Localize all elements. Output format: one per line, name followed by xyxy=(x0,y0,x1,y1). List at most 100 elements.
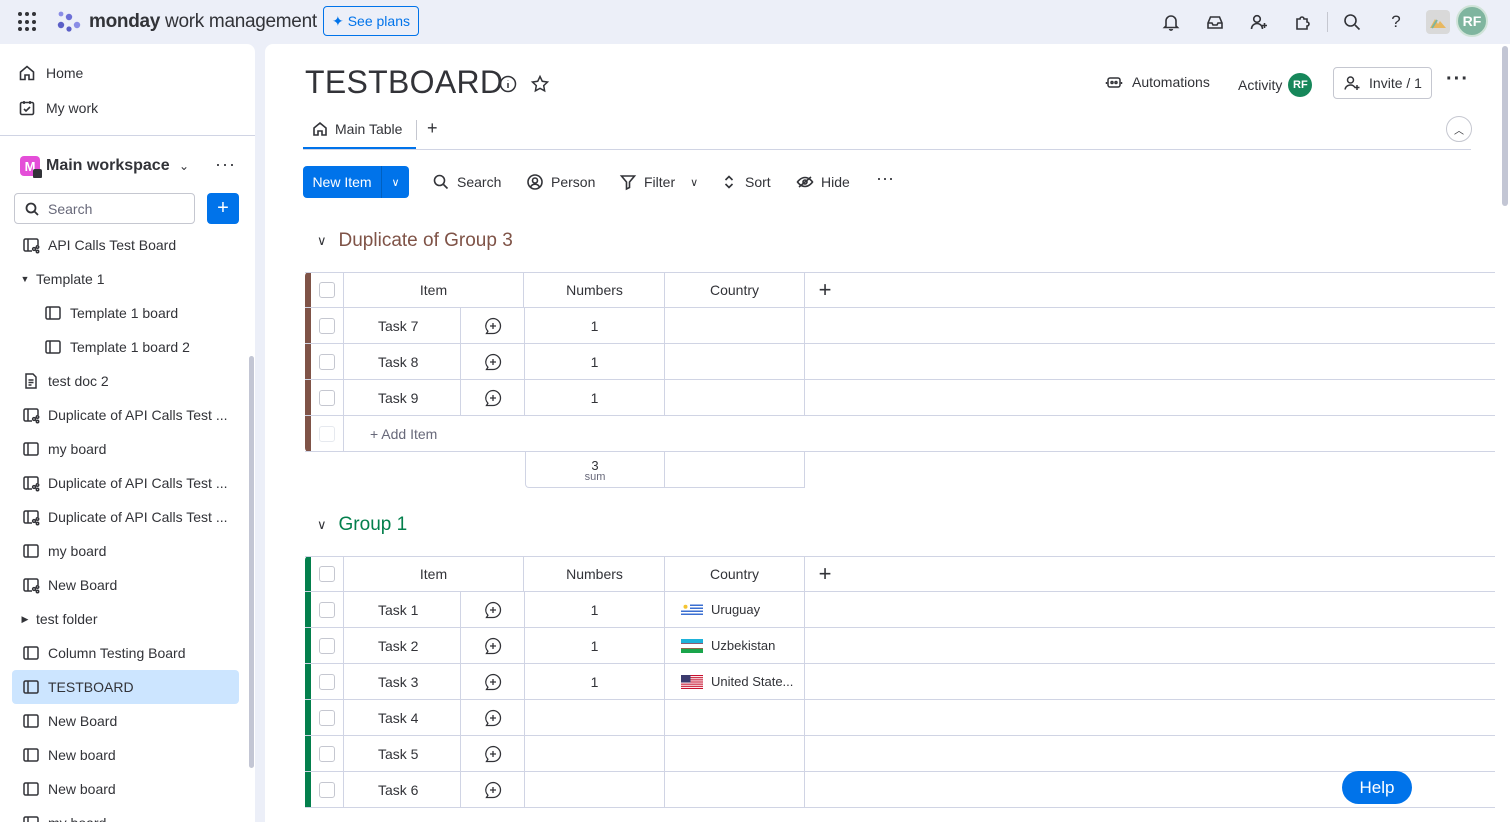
star-icon[interactable] xyxy=(530,74,550,94)
row-checkbox[interactable] xyxy=(319,781,335,798)
country-cell[interactable] xyxy=(665,736,805,771)
numbers-summary[interactable]: 3 sum xyxy=(525,452,665,488)
row-select-cell[interactable] xyxy=(311,700,344,735)
row-checkbox[interactable] xyxy=(319,353,335,370)
row-checkbox[interactable] xyxy=(319,389,335,406)
item-name-cell[interactable]: Task 7 xyxy=(344,308,460,343)
add-update-icon[interactable] xyxy=(460,380,525,415)
table-row[interactable]: Task 7 1 xyxy=(305,308,1495,344)
sidebar-item[interactable]: Duplicate of API Calls Test ... xyxy=(12,500,239,534)
item-name-cell[interactable]: Task 3 xyxy=(344,664,460,699)
sidebar-item[interactable]: Template 1 board 2 xyxy=(12,330,239,364)
numbers-cell[interactable] xyxy=(525,772,665,807)
add-update-icon[interactable] xyxy=(460,344,525,379)
group-title[interactable]: Duplicate of Group 3 xyxy=(339,230,513,252)
account-logo-icon[interactable] xyxy=(1426,10,1450,34)
sidebar-item[interactable]: API Calls Test Board xyxy=(12,228,239,262)
user-avatar[interactable]: RF xyxy=(1456,5,1488,37)
country-cell[interactable]: Uzbekistan xyxy=(665,628,805,663)
row-checkbox[interactable] xyxy=(319,601,335,618)
help-button[interactable]: Help xyxy=(1342,771,1412,804)
sidebar-item[interactable]: Duplicate of API Calls Test ... xyxy=(12,466,239,500)
sidebar-item[interactable]: New Board xyxy=(12,704,239,738)
info-icon[interactable] xyxy=(498,74,518,94)
chevron-down-icon[interactable]: ∨ xyxy=(317,233,327,249)
caret-right-icon[interactable]: ▶ xyxy=(20,614,30,625)
numbers-cell[interactable]: 1 xyxy=(525,592,665,627)
table-row[interactable]: Task 6 xyxy=(305,772,1495,808)
workspace-name[interactable]: Main workspace xyxy=(46,157,170,175)
numbers-cell[interactable]: 1 xyxy=(525,308,665,343)
sort-button[interactable]: Sort xyxy=(720,173,771,191)
country-cell[interactable] xyxy=(665,344,805,379)
add-update-icon[interactable] xyxy=(460,628,525,663)
row-checkbox[interactable] xyxy=(319,709,335,726)
table-row[interactable]: Task 3 1 United State... xyxy=(305,664,1495,700)
sidebar-item[interactable]: Column Testing Board xyxy=(12,636,239,670)
toolbar-more-icon[interactable]: ··· xyxy=(876,168,894,189)
filter-button[interactable]: Filter ∨ xyxy=(619,173,698,191)
bell-icon[interactable] xyxy=(1159,10,1183,34)
chevron-down-icon[interactable]: ∨ xyxy=(690,176,698,189)
apps-puzzle-icon[interactable] xyxy=(1291,10,1315,34)
row-select-cell[interactable] xyxy=(311,344,344,379)
column-header-numbers[interactable]: Numbers xyxy=(525,273,665,307)
add-column-icon[interactable]: + xyxy=(805,273,845,307)
row-select-cell[interactable] xyxy=(311,592,344,627)
numbers-cell[interactable] xyxy=(525,736,665,771)
sidebar-item[interactable]: New board xyxy=(12,772,239,806)
sidebar-item[interactable]: Duplicate of API Calls Test ... xyxy=(12,398,239,432)
sidebar-search-input[interactable]: Search xyxy=(14,193,195,224)
nav-home[interactable]: Home xyxy=(18,64,83,82)
select-all-checkbox[interactable] xyxy=(319,282,335,298)
new-item-button[interactable]: New Item ∨ xyxy=(303,166,409,198)
search-button[interactable]: Search xyxy=(432,173,501,191)
country-cell[interactable] xyxy=(665,380,805,415)
sidebar-scrollbar[interactable] xyxy=(249,356,254,768)
select-all-checkbox[interactable] xyxy=(319,566,335,582)
automations-button[interactable]: Automations xyxy=(1105,73,1210,91)
chevron-down-icon[interactable]: ∨ xyxy=(317,517,327,533)
item-name-cell[interactable]: Task 5 xyxy=(344,736,460,771)
row-select-cell[interactable] xyxy=(311,736,344,771)
column-header-country[interactable]: Country xyxy=(665,557,805,591)
item-name-cell[interactable]: Task 8 xyxy=(344,344,460,379)
add-update-icon[interactable] xyxy=(460,592,525,627)
numbers-cell[interactable]: 1 xyxy=(525,664,665,699)
invite-button[interactable]: Invite / 1 xyxy=(1333,67,1432,99)
select-all-cell[interactable] xyxy=(311,273,344,307)
nav-my-work[interactable]: My work xyxy=(18,99,98,117)
row-checkbox[interactable] xyxy=(319,317,335,334)
item-name-cell[interactable]: Task 2 xyxy=(344,628,460,663)
add-item-label[interactable]: + Add Item xyxy=(370,426,437,442)
add-update-icon[interactable] xyxy=(460,772,525,807)
select-all-cell[interactable] xyxy=(311,557,344,591)
help-question-icon[interactable]: ? xyxy=(1384,10,1408,34)
tab-main-table[interactable]: Main Table xyxy=(312,121,402,137)
numbers-cell[interactable] xyxy=(525,700,665,735)
activity-button[interactable]: Activity RF xyxy=(1238,73,1313,97)
numbers-cell[interactable]: 1 xyxy=(525,344,665,379)
item-name-cell[interactable]: Task 9 xyxy=(344,380,460,415)
group-header[interactable]: ∨ Duplicate of Group 3 xyxy=(317,230,513,252)
table-row[interactable]: Task 1 1 Uruguay xyxy=(305,592,1495,628)
sidebar-item[interactable]: New board xyxy=(12,738,239,772)
item-name-cell[interactable]: Task 6 xyxy=(344,772,460,807)
sidebar-item[interactable]: Template 1 board xyxy=(12,296,239,330)
column-header-item[interactable]: Item xyxy=(344,273,524,307)
hide-button[interactable]: Hide xyxy=(796,173,850,191)
person-filter-button[interactable]: Person xyxy=(526,173,595,191)
chevron-down-icon[interactable]: ∨ xyxy=(382,176,409,189)
sidebar-item[interactable]: test doc 2 xyxy=(12,364,239,398)
caret-down-icon[interactable]: ▼ xyxy=(20,274,30,284)
table-row[interactable]: Task 5 xyxy=(305,736,1495,772)
row-checkbox[interactable] xyxy=(319,673,335,690)
item-name-cell[interactable]: Task 1 xyxy=(344,592,460,627)
row-checkbox[interactable] xyxy=(319,745,335,762)
add-column-icon[interactable]: + xyxy=(805,557,845,591)
add-update-icon[interactable] xyxy=(460,308,525,343)
sidebar-item[interactable]: TESTBOARD xyxy=(12,670,239,704)
main-scrollbar[interactable] xyxy=(1502,46,1508,206)
country-cell[interactable] xyxy=(665,772,805,807)
board-title[interactable]: TESTBOARD xyxy=(305,64,503,101)
